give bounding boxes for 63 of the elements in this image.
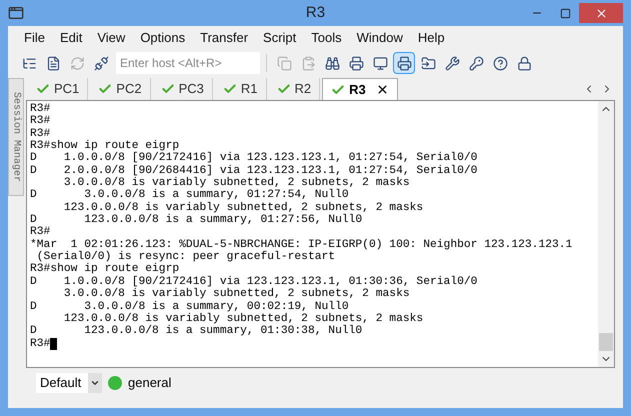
terminal-line: D 1.0.0.0/8 [90/2172416] via 123.123.123.1, 01:30:36, Serial0/0 bbox=[30, 276, 478, 288]
terminal-line: D 123.0.0.0/8 is a summary, 01:30:38, Null0 bbox=[30, 325, 362, 338]
menu-item[interactable]: Tools bbox=[311, 28, 342, 48]
session-tab[interactable]: R3 bbox=[322, 78, 398, 100]
terminal-line: R3#show ip route eigrp bbox=[30, 263, 180, 276]
check-icon bbox=[160, 82, 175, 96]
key-icon bbox=[468, 56, 484, 70]
terminal-line: R3# bbox=[30, 128, 50, 140]
reconnect-icon bbox=[70, 56, 84, 70]
close-icon bbox=[594, 6, 608, 20]
terminal-line: D 3.0.0.0/8 is a summary, 01:27:54, Null0 bbox=[30, 189, 349, 202]
menu-item[interactable]: Window bbox=[356, 28, 403, 48]
menu-item[interactable]: File bbox=[24, 28, 45, 48]
check-icon bbox=[222, 82, 237, 96]
terminal-line: D 123.0.0.0/8 is a summary, 01:27:56, Null0 bbox=[30, 214, 362, 226]
close-tab-icon[interactable] bbox=[376, 83, 389, 96]
terminal-line: R3# bbox=[30, 226, 50, 238]
session-label: general bbox=[128, 374, 172, 392]
maximize-icon bbox=[560, 8, 570, 18]
check-icon bbox=[98, 82, 112, 96]
caret-icon bbox=[90, 378, 100, 388]
monitor-icon bbox=[372, 56, 388, 70]
scroll-thumb[interactable] bbox=[599, 333, 613, 351]
printer-icon bbox=[396, 56, 412, 70]
menu-item[interactable]: Edit bbox=[60, 28, 82, 48]
terminal-line: R3# bbox=[30, 338, 50, 350]
check-icon bbox=[36, 82, 50, 96]
lock-icon bbox=[516, 56, 532, 70]
menu-item[interactable]: Transfer bbox=[200, 28, 248, 48]
terminal-line: 123.0.0.0/8 is variably subnetted, 2 subnets, 2 masks bbox=[62, 202, 424, 214]
toolbar-button[interactable] bbox=[393, 52, 415, 74]
menu-item[interactable]: View bbox=[97, 28, 126, 48]
check-icon bbox=[331, 82, 346, 96]
terminal-line: *Mar 1 02:01:26.123: %DUAL-5-NBRCHANGE: IP-EIGRP(0) 100: Neighbor 123.123.123.1 bbox=[30, 238, 572, 251]
host-field[interactable]: Enter host <Alt+R> bbox=[116, 52, 260, 74]
copy-icon bbox=[276, 56, 292, 70]
terminal-line: 123.0.0.0/8 is variably subnetted, 2 subnets, 2 masks bbox=[62, 312, 424, 325]
tree-icon bbox=[22, 56, 36, 70]
paste-icon bbox=[300, 56, 316, 70]
scrollbar[interactable] bbox=[598, 101, 614, 367]
terminal-line: D 1.0.0.0/8 [90/2172416] via 123.123.123.1, 01:27:54, Serial0/0 bbox=[30, 152, 478, 164]
menu-item[interactable]: Script bbox=[263, 28, 296, 48]
printer-icon bbox=[348, 56, 364, 70]
check-icon bbox=[276, 82, 291, 96]
terminal-line: R3# bbox=[30, 115, 50, 128]
help-icon bbox=[492, 56, 508, 70]
terminal-line: R3#show ip route eigrp bbox=[30, 140, 180, 152]
terminal-line: D 2.0.0.0/8 [90/2684416] via 123.123.123.1, 01:27:54, Serial0/0 bbox=[30, 164, 478, 177]
terminal-line: R3# bbox=[30, 103, 50, 116]
profile-dropdown[interactable]: Default bbox=[36, 373, 102, 393]
terminal-line: D 3.0.0.0/8 is a summary, 00:02:19, Null0 bbox=[30, 300, 349, 312]
terminal-line: 3.0.0.0/8 is variably subnetted, 2 subnets, 2 masks bbox=[62, 288, 410, 300]
window-title: R3 bbox=[306, 2, 326, 23]
menu-item[interactable]: Help bbox=[418, 28, 445, 48]
document-icon bbox=[46, 56, 60, 70]
app-icon bbox=[8, 5, 24, 21]
menu-item[interactable]: Options bbox=[140, 28, 186, 48]
session-manager-tab[interactable]: Session Manager bbox=[8, 78, 24, 196]
terminal-line: 3.0.0.0/8 is variably subnetted, 2 subnets, 2 masks bbox=[62, 177, 410, 190]
binoculars-icon bbox=[324, 56, 340, 70]
close-button[interactable] bbox=[579, 3, 623, 23]
terminal-line: (Serial0/0) is resync: peer graceful-restart bbox=[36, 251, 336, 264]
folder-icon bbox=[420, 56, 436, 70]
